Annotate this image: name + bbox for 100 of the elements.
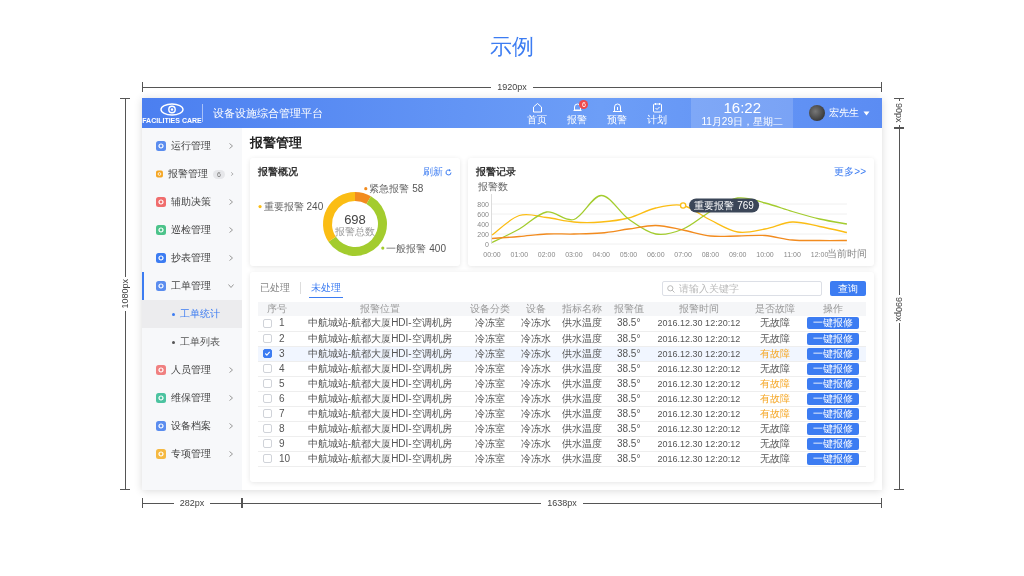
dimension-label: 1638px bbox=[546, 498, 578, 508]
table-cell: 38.5° bbox=[616, 347, 641, 359]
column-header: 报警值 bbox=[608, 302, 649, 316]
column-header: 报警时间 bbox=[648, 302, 749, 316]
clock-time: 16:22 bbox=[723, 99, 761, 116]
table-cell: 供水温度 bbox=[562, 452, 603, 464]
dimension-label: 1080px bbox=[120, 278, 130, 311]
column-header: 序号 bbox=[258, 302, 296, 316]
table-cell: 5 bbox=[279, 377, 285, 389]
table-cell: 有故障 bbox=[759, 347, 790, 359]
table-cell: 有故障 bbox=[759, 407, 790, 419]
table-cell: 7 bbox=[279, 407, 285, 419]
table-cell: 2016.12.30 12:20:12 bbox=[657, 318, 741, 329]
column-header: 报警位置 bbox=[295, 302, 465, 316]
slice-value: 400 bbox=[429, 242, 446, 254]
table-cell: 冷冻水 bbox=[521, 317, 552, 329]
table-cell: 中航城站-航都大厦HDI-空调机房 bbox=[307, 317, 452, 329]
table-cell: 冷冻水 bbox=[521, 407, 552, 419]
table-cell: 2016.12.30 12:20:12 bbox=[657, 453, 741, 464]
page-title: 示例 bbox=[490, 33, 534, 61]
table-cell: 38.5° bbox=[616, 452, 641, 464]
column-header: 设备 bbox=[516, 302, 557, 316]
table-cell: 2016.12.30 12:20:12 bbox=[657, 333, 741, 344]
table-cell: 有故障 bbox=[759, 377, 790, 389]
table-cell: 38.5° bbox=[616, 317, 641, 329]
table-cell: 3 bbox=[279, 347, 285, 359]
table-cell: 4 bbox=[279, 362, 285, 374]
table-cell: 中航城站-航都大厦HDI-空调机房 bbox=[307, 392, 452, 404]
table-cell: 中航城站-航都大厦HDI-空调机房 bbox=[307, 407, 452, 419]
table-cell: 无故障 bbox=[759, 422, 790, 434]
slice-value: 240 bbox=[306, 201, 324, 213]
table-cell: 冷冻水 bbox=[521, 362, 552, 374]
column-header: 是否故障 bbox=[748, 302, 801, 316]
table-cell: 供水温度 bbox=[562, 332, 603, 344]
table-cell: 6 bbox=[279, 392, 285, 404]
table-cell: 有故障 bbox=[759, 392, 790, 404]
column-header: 设备分类 bbox=[464, 302, 516, 316]
table-cell: 38.5° bbox=[616, 422, 641, 434]
slice-label: 重要报警 bbox=[263, 201, 304, 213]
table-cell: 2016.12.30 12:20:12 bbox=[657, 378, 741, 389]
table-cell: 2016.12.30 12:20:12 bbox=[657, 348, 741, 359]
dimension-label: 90px bbox=[894, 102, 904, 125]
table-cell: 无故障 bbox=[759, 437, 790, 449]
table-cell: 冷冻室 bbox=[475, 377, 506, 389]
dimension-label: 1920px bbox=[496, 82, 528, 92]
table-cell: 无故障 bbox=[759, 332, 790, 344]
table-cell: 冷冻水 bbox=[521, 377, 552, 389]
slice-label: 一般报警 bbox=[386, 242, 427, 254]
table-cell: 10 bbox=[279, 452, 291, 464]
app-title: 设备设施综合管理平台 bbox=[212, 105, 324, 121]
column-header: 指标名称 bbox=[556, 302, 609, 316]
table-cell: 2016.12.30 12:20:12 bbox=[657, 393, 741, 404]
table-cell: 中航城站-航都大厦HDI-空调机房 bbox=[307, 377, 452, 389]
table-cell: 38.5° bbox=[616, 407, 641, 419]
table-cell: 冷冻水 bbox=[521, 452, 552, 464]
card-title: 报警概况 bbox=[258, 165, 298, 179]
table-cell: 中航城站-航都大厦HDI-空调机房 bbox=[307, 452, 452, 464]
table-cell: 供水温度 bbox=[562, 347, 603, 359]
table-cell: 1 bbox=[279, 317, 285, 329]
total-label: 报警总数 bbox=[335, 226, 375, 237]
table-cell: 供水温度 bbox=[562, 362, 603, 374]
table-cell: 冷冻室 bbox=[475, 392, 506, 404]
table-cell: 中航城站-航都大厦HDI-空调机房 bbox=[307, 362, 452, 374]
table-cell: 中航城站-航都大厦HDI-空调机房 bbox=[307, 437, 452, 449]
table-cell: 供水温度 bbox=[562, 437, 603, 449]
table-cell: 冷冻室 bbox=[475, 362, 506, 374]
table-cell: 中航城站-航都大厦HDI-空调机房 bbox=[307, 422, 452, 434]
table-cell: 2016.12.30 12:20:12 bbox=[657, 363, 741, 374]
table-cell: 冷冻室 bbox=[475, 347, 506, 359]
table-cell: 中航城站-航都大厦HDI-空调机房 bbox=[307, 332, 452, 344]
table-cell: 冷冻室 bbox=[475, 437, 506, 449]
table-cell: 冷冻水 bbox=[521, 422, 552, 434]
table-cell: 38.5° bbox=[616, 437, 641, 449]
clock-date: 11月29日，星期二 bbox=[701, 115, 783, 127]
page-heading: 报警管理 bbox=[250, 134, 303, 152]
table-cell: 冷冻室 bbox=[475, 332, 506, 344]
table-cell: 38.5° bbox=[616, 332, 641, 344]
table-cell: 2016.12.30 12:20:12 bbox=[657, 423, 741, 434]
table-cell: 38.5° bbox=[616, 377, 641, 389]
table-cell: 无故障 bbox=[759, 452, 790, 464]
table-cell: 无故障 bbox=[759, 362, 790, 374]
table-cell: 38.5° bbox=[616, 362, 641, 374]
table-cell: 2016.12.30 12:20:12 bbox=[657, 438, 741, 449]
slice-value: 58 bbox=[412, 183, 424, 195]
table-cell: 38.5° bbox=[616, 392, 641, 404]
column-header: 操作 bbox=[800, 302, 866, 316]
table-cell: 无故障 bbox=[759, 317, 790, 329]
tooltip: 重要报警 769 bbox=[689, 198, 760, 213]
table-cell: 2 bbox=[279, 332, 285, 344]
table-cell: 冷冻水 bbox=[521, 347, 552, 359]
table-cell: 供水温度 bbox=[562, 377, 603, 389]
table-cell: 冷冻室 bbox=[475, 452, 506, 464]
table-cell: 2016.12.30 12:20:12 bbox=[657, 408, 741, 419]
table-cell: 冷冻水 bbox=[521, 392, 552, 404]
table-cell: 中航城站-航都大厦HDI-空调机房 bbox=[307, 347, 452, 359]
table-cell: 冷冻室 bbox=[475, 422, 506, 434]
table-cell: 冷冻水 bbox=[521, 332, 552, 344]
annotation: 重要报警 769 bbox=[694, 200, 755, 212]
table-cell: 9 bbox=[279, 437, 285, 449]
total-value: 698 bbox=[344, 212, 366, 227]
